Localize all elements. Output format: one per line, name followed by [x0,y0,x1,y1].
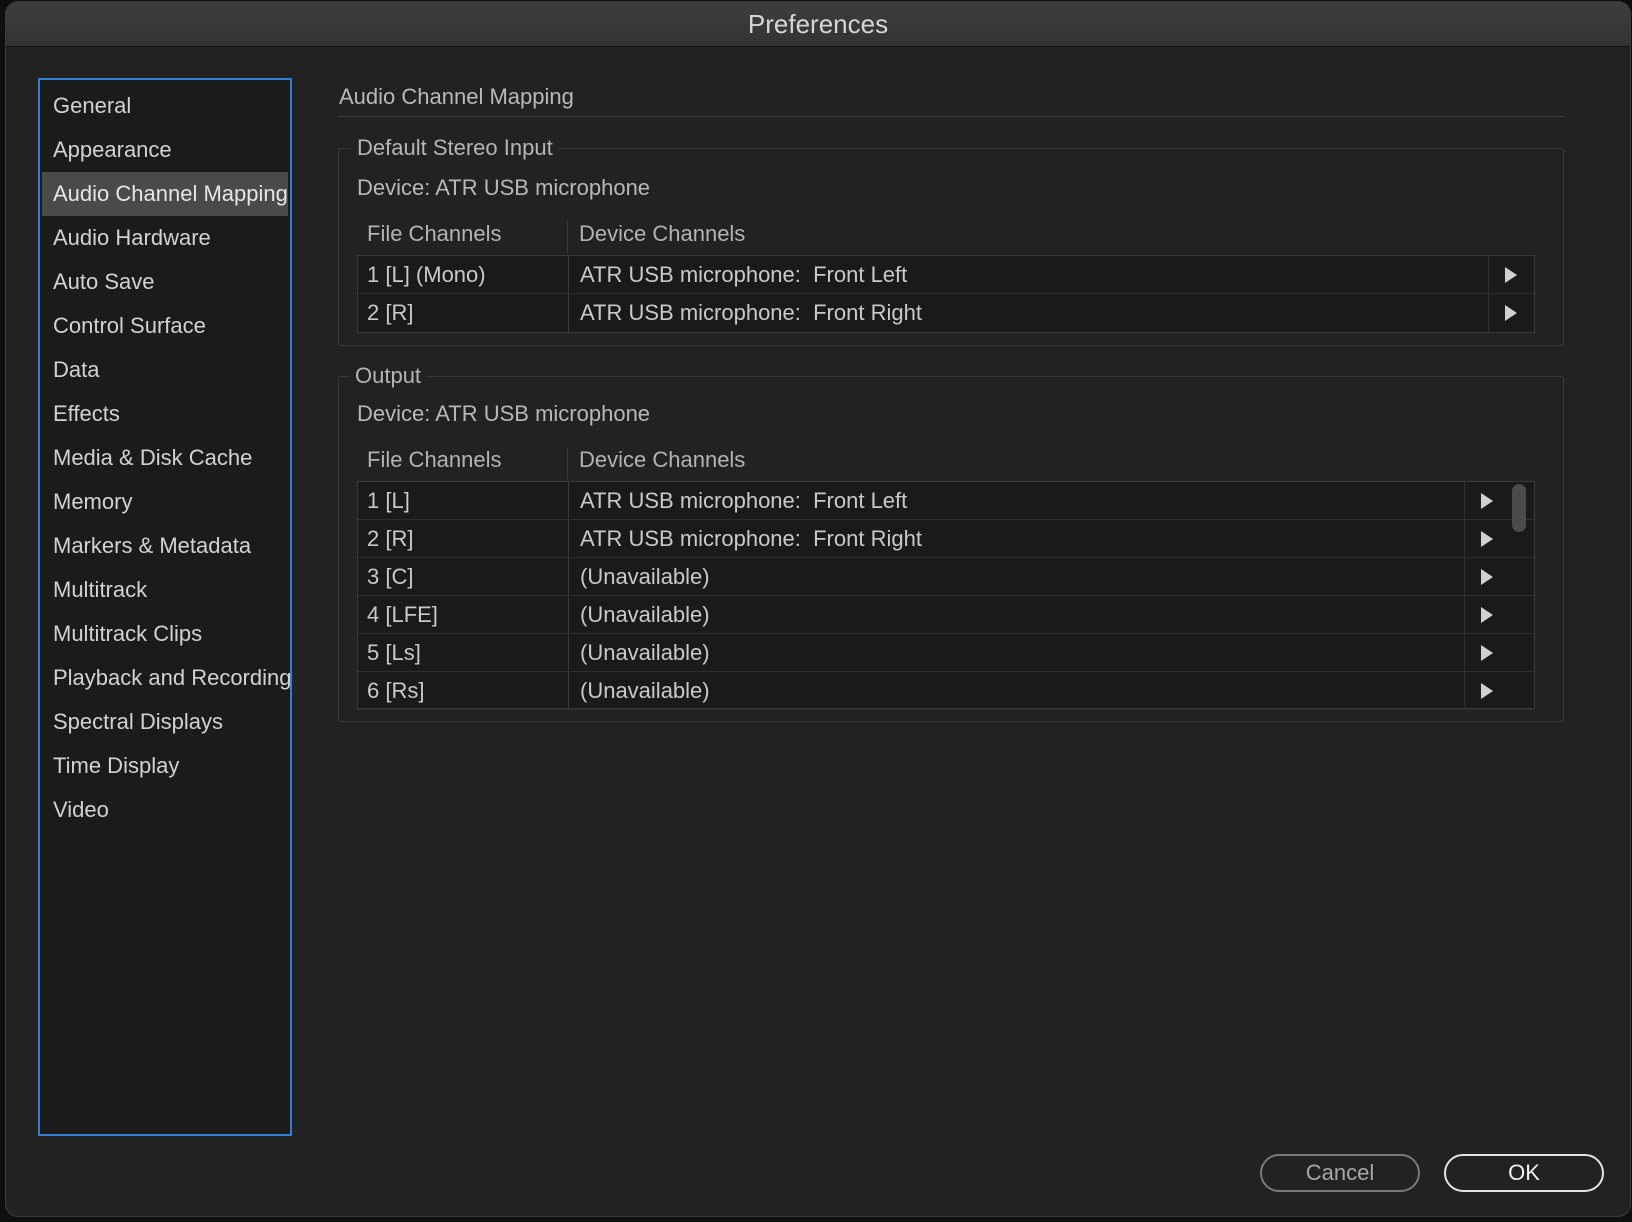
sidebar-item-audio-channel-mapping[interactable]: Audio Channel Mapping [42,172,288,216]
input-mapping-table: 1 [L] (Mono) ATR USB microphone: Front L… [357,255,1535,333]
sidebar-item-playback-recording[interactable]: Playback and Recording [42,656,291,700]
file-channel-cell: 1 [L] [367,488,410,513]
column-divider [567,221,568,253]
triangle-right-icon[interactable] [1481,645,1493,661]
table-row[interactable]: 1 [L] ATR USB microphone: Front Left [358,482,1534,520]
sidebar-item-media-disk-cache[interactable]: Media & Disk Cache [42,436,288,480]
file-channel-cell: 4 [LFE] [367,602,438,627]
window-title: Preferences [747,8,889,39]
sidebar-item-data[interactable]: Data [42,348,288,392]
scrollbar-thumb[interactable] [1512,484,1526,532]
sidebar-item-video[interactable]: Video [42,788,288,832]
sidebar-item-multitrack-clips[interactable]: Multitrack Clips [42,612,288,656]
sidebar-item-general[interactable]: General [42,84,288,128]
device-channel-cell[interactable]: (Unavailable) [580,672,710,709]
triangle-right-icon[interactable] [1481,569,1493,585]
sidebar-item-multitrack[interactable]: Multitrack [42,568,288,612]
cell-divider [1488,294,1489,332]
output-mapping-table: 1 [L] ATR USB microphone: Front Left 2 [… [357,481,1535,710]
cell-divider [568,482,569,519]
cell-divider [568,634,569,671]
cell-divider [568,256,569,293]
preferences-category-list[interactable]: General Appearance Audio Channel Mapping… [38,78,292,1136]
cell-divider [1464,558,1465,595]
column-header-device-channels: Device Channels [579,447,746,472]
file-channel-cell: 5 [Ls] [367,640,421,665]
file-channel-cell: 2 [R] [367,526,414,551]
table-row[interactable]: 1 [L] (Mono) ATR USB microphone: Front L… [358,256,1534,294]
column-header-device-channels: Device Channels [579,221,746,246]
device-channel-cell[interactable]: ATR USB microphone: Front Left [580,482,907,519]
device-channel-cell[interactable]: (Unavailable) [580,634,710,671]
ok-button[interactable]: OK [1444,1154,1604,1192]
output-group: Output Device: ATR USB microphone File C… [338,362,1564,722]
file-channel-cell: 1 [L] (Mono) [367,262,486,287]
sidebar-item-audio-hardware[interactable]: Audio Hardware [42,216,288,260]
sidebar-item-auto-save[interactable]: Auto Save [42,260,288,304]
sidebar-item-time-display[interactable]: Time Display [42,744,288,788]
sidebar-item-markers-metadata[interactable]: Markers & Metadata [42,524,288,568]
sidebar-item-memory[interactable]: Memory [42,480,288,524]
cell-divider [1464,520,1465,557]
device-channel-cell[interactable]: ATR USB microphone: Front Right [580,294,922,331]
input-device-label: Device: ATR USB microphone [357,175,651,200]
file-channel-cell: 3 [C] [367,564,414,589]
sidebar-item-appearance[interactable]: Appearance [42,128,288,172]
device-channel-cell[interactable]: ATR USB microphone: Front Left [580,256,907,293]
cell-divider [568,672,569,709]
column-header-file-channels: File Channels [367,447,502,472]
device-channel-cell[interactable]: (Unavailable) [580,558,710,595]
cell-divider [568,294,569,332]
cell-divider [1464,672,1465,709]
default-stereo-input-group: Default Stereo Input Device: ATR USB mic… [338,134,1564,346]
cell-divider [568,596,569,633]
triangle-right-icon[interactable] [1481,493,1493,509]
table-row[interactable]: 2 [R] ATR USB microphone: Front Right [358,294,1534,332]
triangle-right-icon[interactable] [1505,267,1517,283]
sidebar-item-spectral-displays[interactable]: Spectral Displays [42,700,288,744]
triangle-right-icon[interactable] [1481,683,1493,699]
output-device-label: Device: ATR USB microphone [357,401,651,426]
sidebar-item-effects[interactable]: Effects [42,392,288,436]
cancel-button[interactable]: Cancel [1260,1154,1420,1192]
group-legend-output: Output [349,362,428,390]
column-divider [567,447,568,479]
device-channel-cell[interactable]: (Unavailable) [580,596,710,633]
device-channel-cell[interactable]: ATR USB microphone: Front Right [580,520,922,557]
sidebar-item-control-surface[interactable]: Control Surface [42,304,288,348]
table-row[interactable]: 2 [R] ATR USB microphone: Front Right [358,520,1534,558]
table-row[interactable]: 5 [Ls] (Unavailable) [358,634,1534,672]
cell-divider [1464,596,1465,633]
cell-divider [1464,482,1465,519]
file-channel-cell: 2 [R] [367,300,414,325]
cell-divider [568,558,569,595]
triangle-right-icon[interactable] [1481,531,1493,547]
settings-panel: Audio Channel Mapping Default Stereo Inp… [338,78,1564,722]
table-row[interactable]: 6 [Rs] (Unavailable) [358,672,1534,710]
column-header-file-channels: File Channels [367,221,502,246]
table-row[interactable]: 4 [LFE] (Unavailable) [358,596,1534,634]
triangle-right-icon[interactable] [1481,607,1493,623]
group-legend-input: Default Stereo Input [351,134,559,162]
preferences-window: Preferences General Appearance Audio Cha… [6,2,1630,1216]
cell-divider [568,520,569,557]
cell-divider [1464,634,1465,671]
title-bar[interactable]: Preferences [6,2,1630,47]
cell-divider [1488,256,1489,293]
table-row[interactable]: 3 [C] (Unavailable) [358,558,1534,596]
page-title: Audio Channel Mapping [338,78,1564,117]
triangle-right-icon[interactable] [1505,305,1517,321]
output-table-scrollbar[interactable] [1512,484,1526,708]
file-channel-cell: 6 [Rs] [367,678,425,703]
